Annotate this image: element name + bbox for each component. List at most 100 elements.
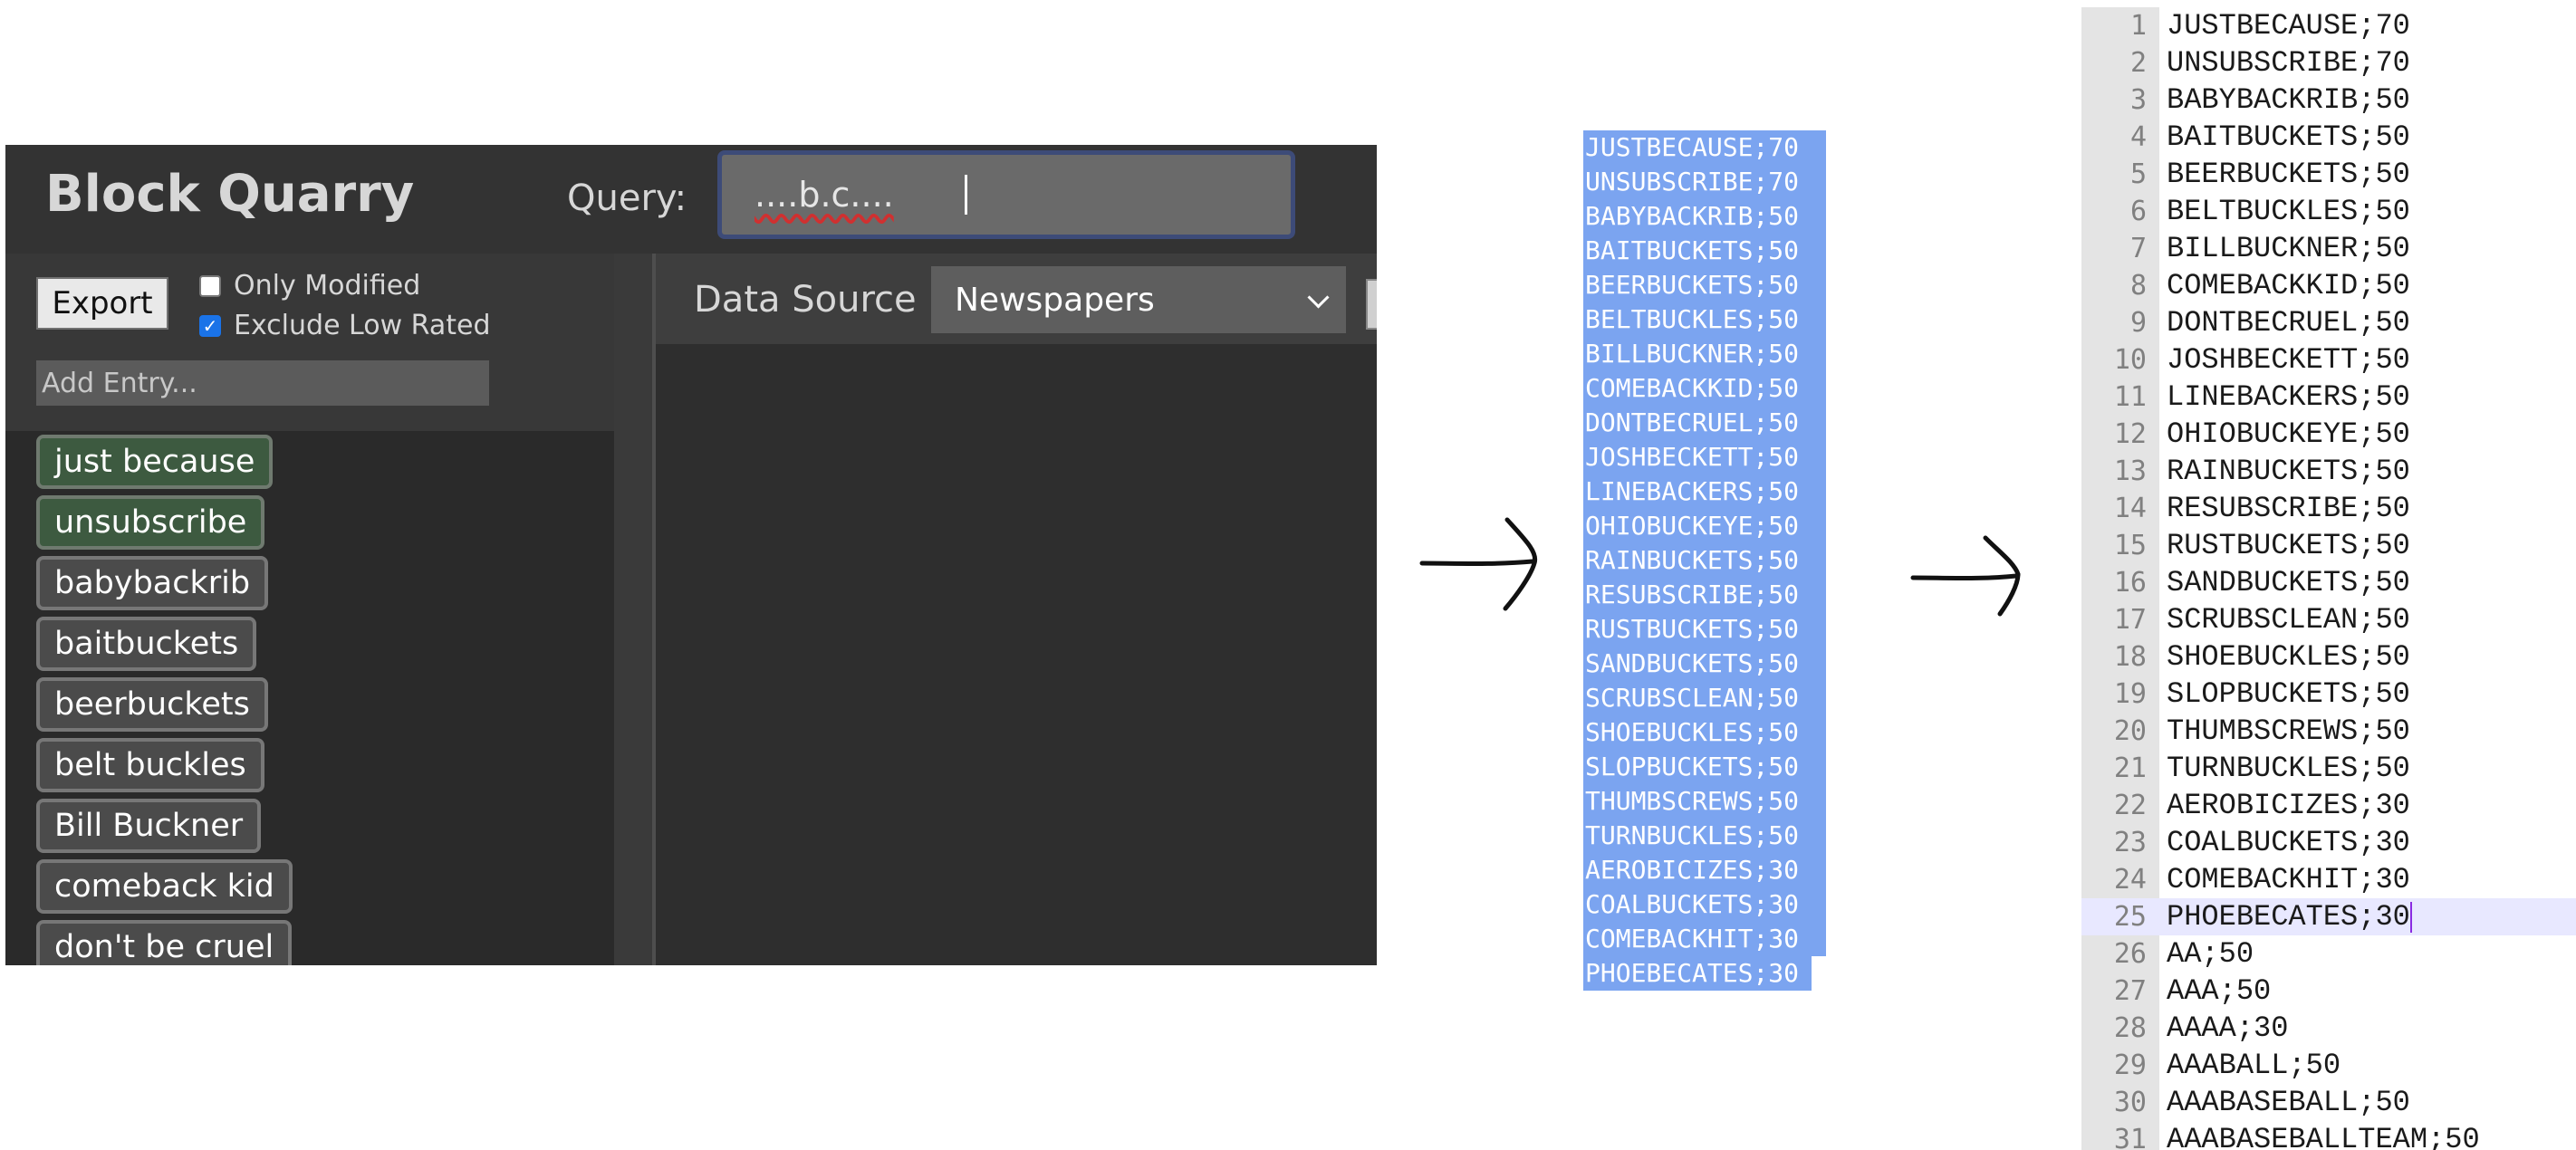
line-text: AA;50 (2167, 937, 2254, 971)
exclude-low-rated-option[interactable]: ✓ Exclude Low Rated (199, 310, 491, 341)
selected-line: SCRUBSCLEAN;50 (1583, 681, 1826, 715)
editor-line[interactable]: 26 AA;50 (2081, 935, 2576, 973)
editor-line[interactable]: 27 AAA;50 (2081, 973, 2576, 1010)
editor-line[interactable]: 3 BABYBACKRIB;50 (2081, 81, 2576, 119)
entry-chip[interactable]: unsubscribe (36, 495, 265, 550)
editor-line[interactable]: 19 SLOPBUCKETS;50 (2081, 676, 2576, 713)
entry-chip[interactable]: belt buckles (36, 738, 264, 792)
exclude-low-rated-checkbox[interactable]: ✓ (199, 314, 221, 337)
line-number: 29 (2113, 1049, 2147, 1081)
line-number: 18 (2113, 641, 2147, 673)
editor-line[interactable]: 28 AAAA;30 (2081, 1010, 2576, 1047)
entry-chip[interactable]: babybackrib (36, 556, 269, 610)
editor-line[interactable]: 20 THUMBSCREWS;50 (2081, 713, 2576, 750)
text-editor[interactable]: 1 JUSTBECAUSE;70 2 UNSUBSCRIBE;70 3 BABYBACKR… (2081, 7, 2576, 1150)
selected-line: UNSUBSCRIBE;70 (1583, 165, 1826, 199)
editor-line[interactable]: 12 OHIOBUCKEYE;50 (2081, 416, 2576, 453)
selected-line: TURNBUCKLES;50 (1583, 819, 1826, 853)
line-number: 1 (2129, 10, 2147, 42)
line-text: LINEBACKERS;50 (2167, 380, 2410, 414)
right-arrow-icon (1910, 535, 2021, 617)
editor-line[interactable]: 2 UNSUBSCRIBE;70 (2081, 44, 2576, 81)
editor-line[interactable]: 8 COMEBACKKID;50 (2081, 267, 2576, 304)
editor-line[interactable]: 16 SANDBUCKETS;50 (2081, 564, 2576, 601)
editor-line[interactable]: 23 COALBUCKETS;30 (2081, 824, 2576, 861)
editor-line[interactable]: 9 DONTBECRUEL;50 (2081, 304, 2576, 341)
line-number: 22 (2113, 790, 2147, 821)
editor-line[interactable]: 24 COMEBACKHIT;30 (2081, 861, 2576, 898)
line-number: 23 (2113, 827, 2147, 858)
line-text: SANDBUCKETS;50 (2167, 566, 2410, 599)
editor-line[interactable]: 4 BAITBUCKETS;50 (2081, 119, 2576, 156)
line-number: 6 (2129, 196, 2147, 227)
editor-line[interactable]: 10 JOSHBECKETT;50 (2081, 341, 2576, 379)
query-label: Query: (567, 177, 687, 219)
selected-line: SHOEBUCKLES;50 (1583, 715, 1826, 750)
entry-chip[interactable]: baitbuckets (36, 617, 257, 671)
line-number: 17 (2113, 604, 2147, 636)
editor-line[interactable]: 7 BILLBUCKNER;50 (2081, 230, 2576, 267)
toolbar-button-partial[interactable] (1366, 279, 1377, 330)
exclude-low-rated-label: Exclude Low Rated (234, 310, 491, 341)
editor-line[interactable]: 14 RESUBSCRIBE;50 (2081, 490, 2576, 527)
line-text: AAABASEBALLTEAM;50 (2167, 1123, 2480, 1150)
editor-line[interactable]: 17 SCRUBSCLEAN;50 (2081, 601, 2576, 638)
editor-line[interactable]: 6 BELTBUCKLES;50 (2081, 193, 2576, 230)
selected-line: RESUBSCRIBE;50 (1583, 578, 1826, 612)
line-text: BELTBUCKLES;50 (2167, 195, 2410, 228)
line-text: BEERBUCKETS;50 (2167, 158, 2410, 191)
line-text: BILLBUCKNER;50 (2167, 232, 2410, 265)
only-modified-option[interactable]: Only Modified (199, 270, 420, 302)
selected-line: RUSTBUCKETS;50 (1583, 612, 1826, 647)
editor-line[interactable]: 1 JUSTBECAUSE;70 (2081, 7, 2576, 44)
line-number: 16 (2113, 567, 2147, 599)
selected-text-block: JUSTBECAUSE;70 UNSUBSCRIBE;70 BABYBACKRIB;… (1583, 130, 1828, 991)
editor-line[interactable]: 22 AEROBICIZES;30 (2081, 787, 2576, 824)
selected-line: BILLBUCKNER;50 (1583, 337, 1826, 371)
line-number: 20 (2113, 715, 2147, 747)
entry-chip[interactable]: comeback kid (36, 859, 293, 914)
right-arrow-icon (1419, 517, 1538, 611)
line-number: 8 (2129, 270, 2147, 302)
line-number: 10 (2113, 344, 2147, 376)
line-number: 3 (2129, 84, 2147, 116)
line-text: TURNBUCKLES;50 (2167, 752, 2410, 785)
entry-chip[interactable]: don't be cruel (36, 920, 293, 965)
line-number: 7 (2129, 233, 2147, 264)
app-header: Block Quarry Query: ....b.c.... (5, 145, 1377, 254)
export-button[interactable]: Export (36, 277, 168, 330)
line-number: 26 (2113, 938, 2147, 970)
editor-line[interactable]: 31 AAABASEBALLTEAM;50 (2081, 1121, 2576, 1150)
editor-line[interactable]: 15 RUSTBUCKETS;50 (2081, 527, 2576, 564)
text-caret (963, 175, 967, 215)
entry-controls: Export Only Modified ✓ Exclude Low Rated… (5, 254, 614, 431)
editor-line[interactable]: 29 AAABALL;50 (2081, 1047, 2576, 1084)
only-modified-checkbox[interactable] (199, 274, 221, 297)
selected-line: BEERBUCKETS;50 (1583, 268, 1826, 302)
line-text: AEROBICIZES;30 (2167, 789, 2410, 822)
editor-line[interactable]: 21 TURNBUCKLES;50 (2081, 750, 2576, 787)
panel-divider[interactable] (614, 254, 656, 965)
editor-line[interactable]: 5 BEERBUCKETS;50 (2081, 156, 2576, 193)
line-number: 5 (2129, 158, 2147, 190)
entry-chip[interactable]: beerbuckets (36, 677, 268, 732)
editor-line[interactable]: 25 PHOEBECATES;30 (2081, 898, 2576, 935)
entry-chip[interactable]: Bill Buckner (36, 799, 262, 853)
line-number: 2 (2129, 47, 2147, 79)
editor-line[interactable]: 11 LINEBACKERS;50 (2081, 379, 2576, 416)
data-source-select[interactable]: Newspapers (931, 266, 1346, 333)
entry-chip[interactable]: just because (36, 435, 274, 489)
line-text: COMEBACKKID;50 (2167, 269, 2410, 302)
query-input[interactable]: ....b.c.... (717, 150, 1295, 239)
editor-line[interactable]: 13 RAINBUCKETS;50 (2081, 453, 2576, 490)
line-text: SCRUBSCLEAN;50 (2167, 603, 2410, 637)
line-number: 25 (2113, 901, 2147, 933)
line-text: PHOEBECATES;30 (2167, 900, 2412, 934)
line-text: DONTBECRUEL;50 (2167, 306, 2410, 340)
query-input-value: ....b.c.... (755, 175, 894, 215)
line-text: SLOPBUCKETS;50 (2167, 677, 2410, 711)
editor-line[interactable]: 30 AAABASEBALL;50 (2081, 1084, 2576, 1121)
add-entry-input[interactable]: Add Entry... (36, 360, 489, 406)
editor-line[interactable]: 18 SHOEBUCKLES;50 (2081, 638, 2576, 676)
line-text: BABYBACKRIB;50 (2167, 83, 2410, 117)
